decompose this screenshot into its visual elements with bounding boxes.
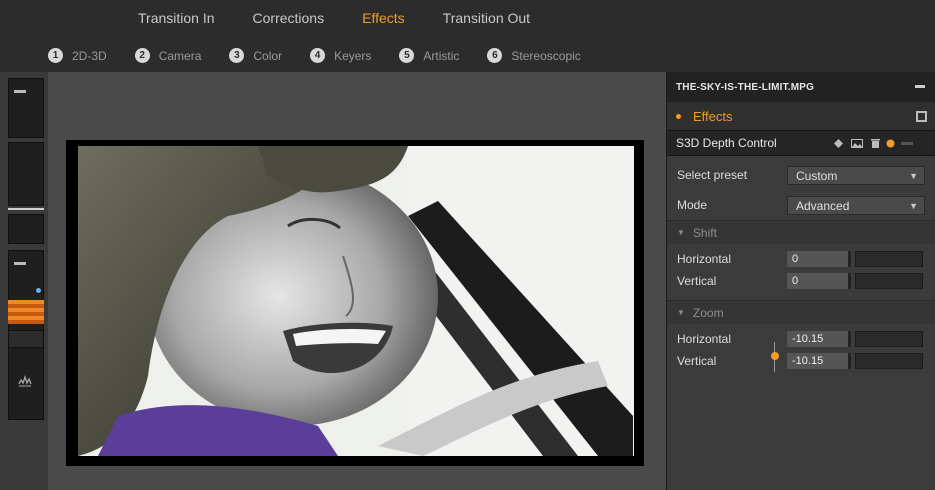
tab-corrections[interactable]: Corrections xyxy=(253,10,345,26)
shift-horizontal-slider[interactable] xyxy=(855,251,923,267)
image-icon[interactable] xyxy=(851,139,863,148)
rail-slot xyxy=(8,142,44,206)
number-badge: 1 xyxy=(48,48,63,63)
zoom-vertical-slider[interactable] xyxy=(855,353,923,369)
subtab-2d-3d[interactable]: 1 2D-3D xyxy=(48,48,107,63)
power-icon[interactable] xyxy=(886,139,895,148)
subtab-label: Stereoscopic xyxy=(511,48,581,63)
trash-icon[interactable] xyxy=(871,139,880,148)
triangle-down-icon: ▼ xyxy=(677,308,685,317)
preset-row: Select preset Custom ▼ xyxy=(667,160,935,190)
zoom-controls: Horizontal -10.15 Vertical -10.15 xyxy=(667,328,935,372)
rail-divider xyxy=(8,208,44,210)
subtab-label: 2D-3D xyxy=(72,48,107,63)
rail-slot xyxy=(8,330,44,348)
effects-label: Effects xyxy=(693,108,733,124)
drag-handle-icon[interactable] xyxy=(901,139,913,148)
mode-row: Mode Advanced ▼ xyxy=(667,190,935,220)
chevron-down-icon: ▼ xyxy=(909,201,918,211)
preset-label: Select preset xyxy=(677,168,748,182)
shift-vertical-row: Vertical 0 xyxy=(667,270,935,292)
audio-waveform-icon[interactable] xyxy=(18,374,32,391)
video-preview-area xyxy=(48,72,666,490)
collapse-icon[interactable] xyxy=(915,85,925,88)
mode-dropdown[interactable]: Advanced ▼ xyxy=(787,196,925,215)
video-frame xyxy=(66,140,644,466)
subtab-label: Artistic xyxy=(423,48,460,63)
bullet-icon xyxy=(676,113,681,119)
tab-effects[interactable]: Effects xyxy=(362,10,425,26)
zoom-horizontal-value[interactable]: -10.15 xyxy=(787,331,851,347)
number-badge: 3 xyxy=(229,48,245,63)
subtab-stereoscopic[interactable]: 6 Stereoscopic xyxy=(487,48,581,63)
shift-vertical-slider[interactable] xyxy=(855,273,923,289)
chevron-down-icon: ▼ xyxy=(909,171,918,181)
effect-category-tabs: 1 2D-3D 2 Camera 3 Color 4 Keyers 5 Artistic … xyxy=(48,48,609,63)
collapsible-panel-top[interactable] xyxy=(8,78,44,138)
left-rail xyxy=(0,72,48,490)
video-player[interactable] xyxy=(78,146,634,456)
tab-transition-out[interactable]: Transition Out xyxy=(443,10,550,26)
shift-horizontal-row: Horizontal 0 xyxy=(667,248,935,270)
save-icon[interactable] xyxy=(916,111,927,122)
level-meter xyxy=(8,300,44,324)
collapse-icon[interactable] xyxy=(14,90,26,93)
shift-vertical-value[interactable]: 0 xyxy=(787,273,851,289)
zoom-vertical-row: Vertical -10.15 xyxy=(667,350,935,372)
main-tabs: Transition In Corrections Effects Transi… xyxy=(138,10,568,26)
shift-horizontal-value[interactable]: 0 xyxy=(787,251,851,267)
indicator-dot xyxy=(36,288,41,293)
zoom-title: Zoom xyxy=(692,305,724,320)
shift-title: Shift xyxy=(692,225,717,240)
subtab-keyers[interactable]: 4 Keyers xyxy=(310,48,371,63)
clip-file-name: THE-SKY-IS-THE-LIMIT.MPG xyxy=(676,81,815,93)
preset-dropdown[interactable]: Custom ▼ xyxy=(787,166,925,185)
zoom-horizontal-row: Horizontal -10.15 xyxy=(667,328,935,350)
number-badge: 5 xyxy=(399,48,415,63)
shift-vertical-label: Vertical xyxy=(677,274,717,288)
number-badge: 4 xyxy=(310,48,326,63)
zoom-section-header[interactable]: ▼ Zoom xyxy=(667,300,935,324)
effects-panel: THE-SKY-IS-THE-LIMIT.MPG Effects S3D Dep… xyxy=(666,72,935,490)
pin-icon[interactable] xyxy=(834,139,843,148)
number-badge: 2 xyxy=(134,48,150,63)
top-bar: Transition In Corrections Effects Transi… xyxy=(0,0,935,72)
subtab-color[interactable]: 3 Color xyxy=(229,48,282,63)
mode-label: Mode xyxy=(677,198,708,212)
effect-title-bar: S3D Depth Control xyxy=(667,130,935,156)
triangle-down-icon: ▼ xyxy=(677,228,685,237)
zoom-horizontal-slider[interactable] xyxy=(855,331,923,347)
preset-value: Custom xyxy=(796,168,838,183)
subtab-artistic[interactable]: 5 Artistic xyxy=(399,48,459,63)
subtab-camera[interactable]: 2 Camera xyxy=(134,48,202,63)
number-badge: 6 xyxy=(487,48,503,63)
zoom-vertical-label: Vertical xyxy=(677,354,717,368)
collapse-icon[interactable] xyxy=(14,262,26,265)
effect-title: S3D Depth Control xyxy=(676,136,777,150)
rail-slot xyxy=(8,214,44,244)
shift-section-header[interactable]: ▼ Shift xyxy=(667,220,935,244)
effects-header: Effects xyxy=(667,102,935,130)
zoom-vertical-value[interactable]: -10.15 xyxy=(787,353,851,369)
subtab-label: Camera xyxy=(158,48,202,63)
shift-horizontal-label: Horizontal xyxy=(677,252,732,266)
clip-header: THE-SKY-IS-THE-LIMIT.MPG xyxy=(667,72,935,102)
zoom-horizontal-label: Horizontal xyxy=(677,332,732,346)
subtab-label: Keyers xyxy=(334,48,372,63)
tab-transition-in[interactable]: Transition In xyxy=(138,10,235,26)
subtab-label: Color xyxy=(253,48,283,63)
mode-value: Advanced xyxy=(796,198,850,213)
